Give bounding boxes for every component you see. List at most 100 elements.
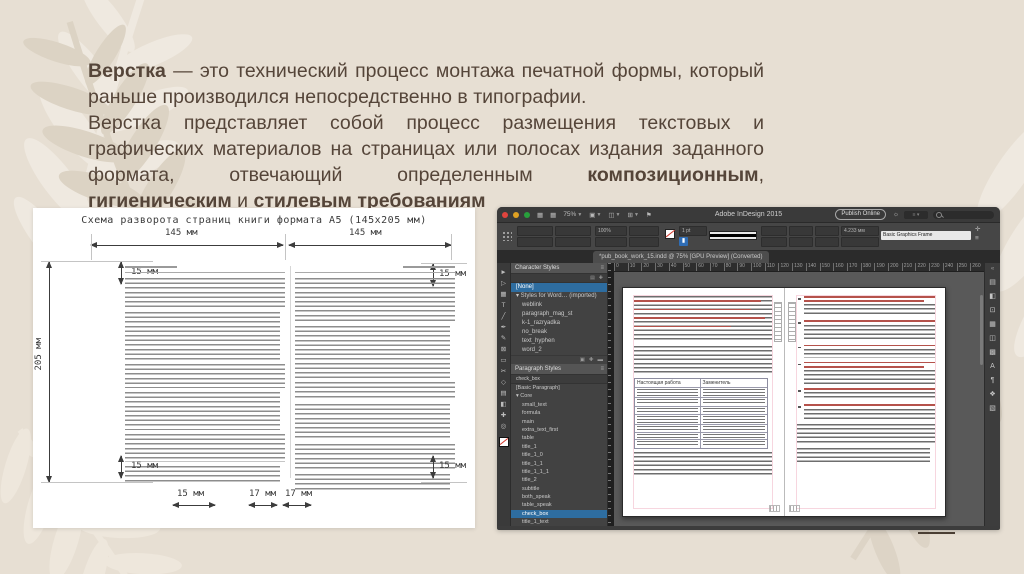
para-style-item[interactable]: title_1_1_1 <box>511 468 607 476</box>
tool-note-icon[interactable]: ✚ <box>501 410 506 421</box>
para-style-item[interactable]: ▾ Core <box>511 392 607 400</box>
search-input[interactable] <box>933 210 994 219</box>
new-style-icon[interactable]: ✚ <box>589 356 594 364</box>
char-style-item[interactable]: k-1_razryadka <box>511 319 607 328</box>
workspace-switcher[interactable]: ≡ ▾ <box>904 210 928 219</box>
zoom-level-dropdown[interactable]: 75% <box>563 211 576 218</box>
x-position-field[interactable] <box>517 226 553 236</box>
document-page-right[interactable] <box>785 288 946 516</box>
char-style-item[interactable]: word_2 <box>511 346 607 355</box>
tool-selection-icon[interactable]: ► <box>500 267 506 278</box>
height-field[interactable] <box>555 237 591 247</box>
char-style-item[interactable]: weblink <box>511 301 607 310</box>
create-group-icon[interactable]: ▣ <box>580 356 585 364</box>
panel-paragraph-icon[interactable]: ¶ <box>991 374 995 388</box>
more-options-icon[interactable]: ≡ <box>975 235 979 242</box>
tool-gradient-feather-icon[interactable]: ◧ <box>500 399 506 410</box>
char-style-item[interactable]: [None] <box>511 283 607 292</box>
panel-pages-icon[interactable]: ▤ <box>989 276 996 290</box>
tool-direct-selection-icon[interactable]: ▷ <box>501 278 506 289</box>
publish-flag-icon[interactable]: ⚑ <box>646 211 652 219</box>
view-options-icon[interactable]: ▣ <box>589 211 595 219</box>
para-style-item[interactable]: title_2 <box>511 476 607 484</box>
panel-options-icon[interactable]: ✛ <box>975 225 980 233</box>
corner-options-field[interactable] <box>815 237 839 247</box>
gap-offset-field[interactable]: 4.233 мм <box>841 226 879 236</box>
para-style-item[interactable]: table_speak <box>511 501 607 509</box>
screen-mode-icon[interactable]: ◫ <box>608 211 614 219</box>
para-style-item[interactable]: table <box>511 434 607 442</box>
panel-menu-icon[interactable]: ≡ <box>600 263 604 273</box>
para-style-item[interactable]: title_1_text <box>511 518 607 526</box>
tool-zoom-icon[interactable]: ◎ <box>501 421 507 432</box>
tool-pen-icon[interactable]: ✒ <box>501 322 506 333</box>
panel-links-icon[interactable]: ⊡ <box>990 304 996 318</box>
scale-y-field[interactable] <box>595 237 627 247</box>
para-style-item[interactable]: title_1 <box>511 443 607 451</box>
para-style-item[interactable]: title_1_1 <box>511 460 607 468</box>
close-button[interactable] <box>502 211 508 218</box>
text-wrap-active-button[interactable]: ▮ <box>679 237 688 246</box>
para-style-item[interactable]: [Basic Paragraph] <box>511 384 607 392</box>
reference-point-selector[interactable] <box>502 231 512 241</box>
para-style-item[interactable]: small_text <box>511 401 607 409</box>
tool-free-transform-icon[interactable]: ◇ <box>501 377 506 388</box>
effects-field[interactable] <box>761 226 787 236</box>
bridge-icon[interactable]: ▦ <box>537 211 543 219</box>
fill-none-swatch[interactable] <box>665 229 675 239</box>
tool-rectangle-icon[interactable]: ▭ <box>500 355 506 366</box>
scale-x-field[interactable]: 100% <box>595 226 627 236</box>
left-page-text-frame[interactable]: Настоящая работа Заменитель <box>633 295 773 509</box>
para-style-item[interactable]: check_box <box>511 509 607 519</box>
delete-style-icon[interactable]: ▬ <box>598 356 604 364</box>
char-style-item[interactable]: paragraph_mag_st <box>511 310 607 319</box>
para-style-item[interactable]: formula <box>511 409 607 417</box>
rotation-field[interactable] <box>629 226 659 236</box>
collapse-panels-icon[interactable]: « <box>991 266 994 276</box>
para-style-item[interactable]: main <box>511 418 607 426</box>
tool-page-icon[interactable]: ▦ <box>500 289 506 300</box>
para-style-item[interactable]: both_speak <box>511 493 607 501</box>
char-style-item[interactable]: text_hyphen <box>511 337 607 346</box>
tool-type-icon[interactable]: T <box>502 300 506 311</box>
document-page-left[interactable]: Настоящая работа Заменитель <box>623 288 785 516</box>
fitting-field[interactable] <box>789 226 813 236</box>
para-style-item[interactable]: title_1_0 <box>511 451 607 459</box>
frame-fitting-icons[interactable] <box>815 226 839 236</box>
panel-pathfinder-icon[interactable]: ▧ <box>989 402 996 416</box>
object-style-dropdown[interactable]: Basic Graphics Frame <box>881 231 971 240</box>
panel-menu-icon[interactable]: ≡ <box>600 364 604 374</box>
stroke-weight-field[interactable]: 1 pt <box>679 226 707 236</box>
vertical-scrollbar-thumb[interactable] <box>980 295 983 365</box>
tool-frame-icon[interactable]: ⊠ <box>501 344 506 355</box>
panel-effects-icon[interactable]: ❖ <box>989 388 995 402</box>
gap-height-field[interactable] <box>841 237 879 247</box>
character-styles-panel-header[interactable]: Character Styles ≡ <box>511 263 607 274</box>
publish-online-button[interactable]: Publish Online <box>835 209 887 220</box>
document-tab[interactable]: *pub_book_work_15.indd @ 75% [GPU Previe… <box>593 251 769 263</box>
tool-scissors-icon[interactable]: ✂ <box>501 366 506 377</box>
panel-character-icon[interactable]: A <box>990 360 995 374</box>
lightbulb-icon[interactable]: ☼ <box>893 211 899 218</box>
panel-swatches-icon[interactable]: ▩ <box>989 346 996 360</box>
maximize-button[interactable] <box>524 211 530 218</box>
char-style-item[interactable]: ▾ Styles for Word… (imported) <box>511 292 607 301</box>
panel-stroke-icon[interactable]: ▦ <box>989 318 996 332</box>
align-field[interactable] <box>789 237 813 247</box>
right-page-text-frame[interactable] <box>795 295 936 509</box>
minimize-button[interactable] <box>513 211 519 218</box>
stroke-style-preview[interactable] <box>709 231 757 240</box>
y-position-field[interactable] <box>517 237 553 247</box>
shear-field[interactable] <box>629 237 659 247</box>
para-style-item[interactable]: subtitle <box>511 485 607 493</box>
opacity-field[interactable] <box>761 237 787 247</box>
panel-layers-icon[interactable]: ◧ <box>989 290 996 304</box>
tool-gradient-icon[interactable]: ▤ <box>500 388 506 399</box>
arrange-documents-icon[interactable]: ⊞ <box>628 211 633 219</box>
tool-line-icon[interactable]: ╱ <box>502 311 506 322</box>
paragraph-styles-panel-header[interactable]: Paragraph Styles ≡ <box>511 364 607 375</box>
width-field[interactable] <box>555 226 591 236</box>
tool-pencil-icon[interactable]: ✎ <box>501 333 506 344</box>
char-style-item[interactable]: no_break <box>511 328 607 337</box>
fill-stroke-swatch[interactable] <box>498 437 509 447</box>
